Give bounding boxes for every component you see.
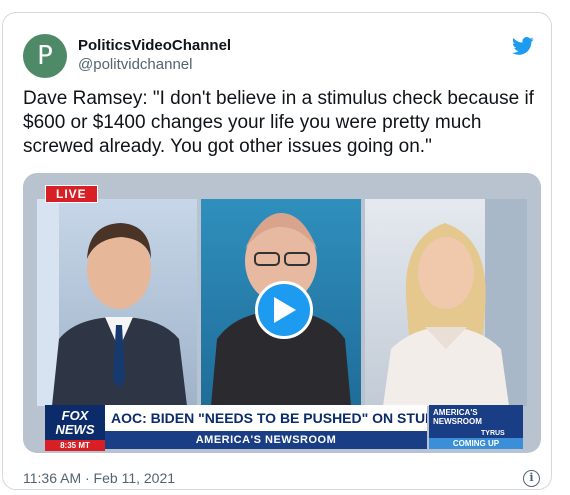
logo-top-text: FOX — [61, 408, 89, 423]
play-button[interactable] — [255, 281, 313, 339]
video-panel-right-anchor — [365, 199, 527, 406]
live-badge: LIVE — [45, 185, 98, 203]
logo-bottom-text: NEWS — [55, 422, 95, 437]
info-icon[interactable]: i — [523, 470, 540, 487]
avatar[interactable]: P — [23, 34, 67, 78]
anchor-figure-right — [383, 199, 527, 406]
play-icon — [274, 297, 296, 323]
author-handle[interactable]: @politvidchannel — [78, 56, 192, 73]
tweet-card[interactable]: P PoliticsVideoChannel @politvidchannel … — [2, 12, 552, 490]
twitter-bird-icon[interactable] — [511, 35, 535, 57]
chyron: FOX NEWS 8:35 MT AOC: BIDEN "NEEDS TO BE… — [45, 405, 523, 451]
broadcast-clock: 8:35 MT — [45, 440, 105, 451]
coming-up-promo: AMERICA'S NEWSROOM TYRUS COMING UP — [429, 405, 523, 449]
promo-coming-up: COMING UP — [429, 438, 523, 449]
author-display-name[interactable]: PoliticsVideoChannel — [78, 37, 231, 54]
promo-guest-name: TYRUS — [481, 430, 505, 437]
fox-news-logo: FOX NEWS 8:35 MT — [45, 405, 105, 451]
tweet-text: Dave Ramsey: "I don't believe in a stimu… — [23, 88, 534, 157]
tweet-timestamp[interactable]: 11:36 AM · Feb 11, 2021 — [23, 470, 175, 486]
video-player[interactable]: LIVE FOX NEWS 8:35 MT AOC: BIDEN "NEEDS … — [23, 173, 541, 453]
chyron-headline: AOC: BIDEN "NEEDS TO BE PUSHED" ON STUDE… — [105, 405, 427, 431]
video-panel-left-anchor — [37, 199, 197, 406]
anchor-figure — [37, 199, 187, 406]
chyron-show-name: AMERICA'S NEWSROOM — [105, 431, 427, 449]
promo-show-name: AMERICA'S NEWSROOM — [433, 408, 482, 426]
avatar-initial: P — [37, 41, 53, 71]
